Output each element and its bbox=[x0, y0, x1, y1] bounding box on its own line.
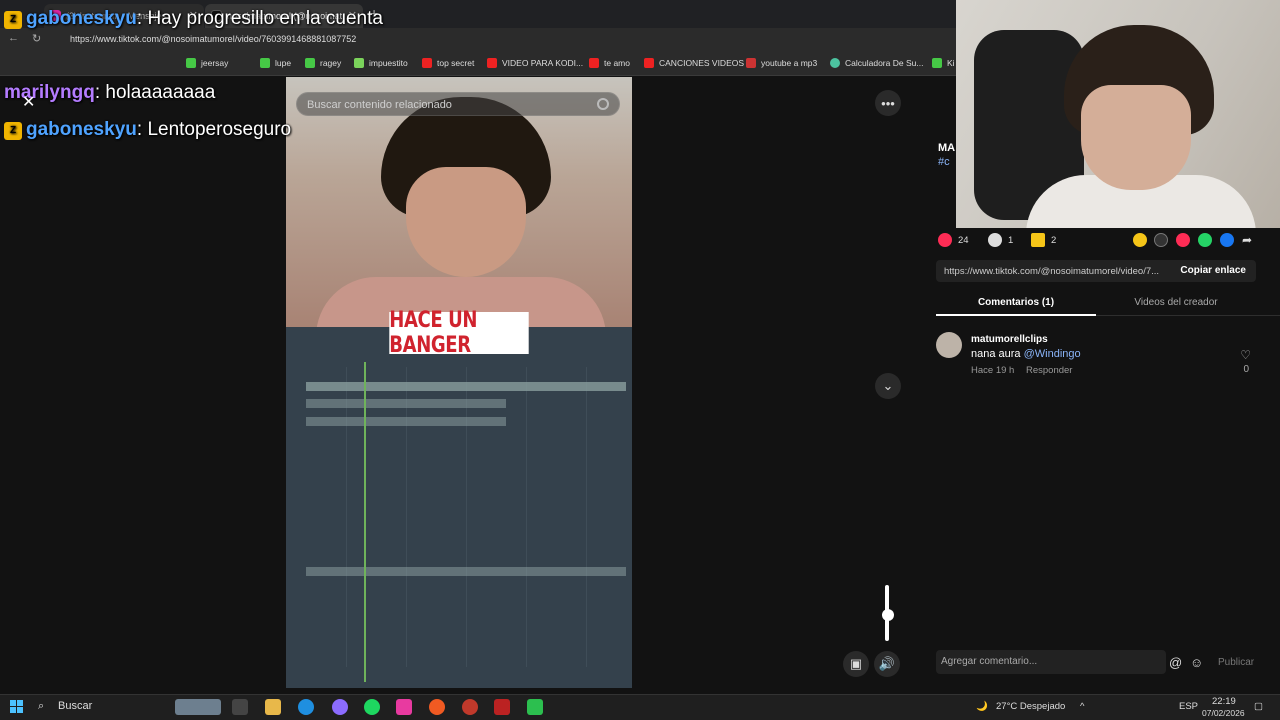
comment-tabs: Comentarios (1) Videos del creador bbox=[936, 292, 1280, 316]
like-button[interactable]: 24 bbox=[938, 233, 969, 247]
notification-icon[interactable]: ▢ bbox=[1254, 701, 1263, 712]
youtube-icon bbox=[422, 58, 432, 68]
weather-icon[interactable]: 🌙 bbox=[976, 701, 988, 712]
chat-message: Zgaboneskyu: Hay progresillo en la cuent… bbox=[4, 8, 383, 30]
embed-icon[interactable] bbox=[1154, 233, 1168, 247]
bookmark-item[interactable]: top secret bbox=[422, 58, 474, 68]
bookmark-item[interactable]: te amo bbox=[589, 58, 630, 68]
publish-button[interactable]: Publicar bbox=[1218, 657, 1254, 668]
reply-button[interactable]: Responder bbox=[1026, 365, 1072, 376]
bookmark-item[interactable]: youtube a mp3 bbox=[746, 58, 817, 68]
chat-message: marilyngq: holaaaaaaaa bbox=[4, 82, 216, 103]
app-icon[interactable] bbox=[494, 699, 510, 715]
avatar[interactable] bbox=[936, 332, 962, 358]
clock-time[interactable]: 22:19 bbox=[1212, 696, 1236, 707]
video-player[interactable]: HACE UN BANGER bbox=[286, 77, 632, 688]
windows-start-icon[interactable] bbox=[10, 700, 23, 713]
comment-button[interactable]: 1 bbox=[988, 233, 1013, 247]
chevron-down-icon[interactable]: ⌄ bbox=[875, 373, 901, 399]
edge-icon[interactable] bbox=[298, 699, 314, 715]
mention-link[interactable]: @Windingo bbox=[1024, 348, 1081, 360]
bookmark-item[interactable]: Ki bbox=[932, 58, 955, 68]
save-button[interactable]: 2 bbox=[1031, 233, 1056, 247]
send-icon[interactable] bbox=[1176, 233, 1190, 247]
comment-username[interactable]: matumorellclips bbox=[971, 334, 1048, 345]
comment-item: matumorellclips nana aura @Windingo Hace… bbox=[936, 330, 1256, 380]
webcam-overlay bbox=[956, 0, 1280, 228]
facebook-icon[interactable] bbox=[1220, 233, 1234, 247]
bookmark-item[interactable]: CANCIONES VIDEOS bbox=[644, 58, 744, 68]
close-icon[interactable]: ✕ bbox=[22, 92, 35, 112]
task-view-icon[interactable] bbox=[232, 699, 248, 715]
comment-like-count: 0 bbox=[1243, 364, 1249, 375]
bookmark-icon bbox=[305, 58, 315, 68]
taskbar-search[interactable]: Buscar bbox=[58, 700, 92, 712]
post-stats: 24 1 2 ➦ bbox=[936, 230, 1266, 248]
comment-input[interactable]: Agregar comentario... bbox=[936, 650, 1166, 674]
post-link[interactable]: https://www.tiktok.com/@nosoimatumorel/v… bbox=[944, 266, 1172, 277]
clock-date[interactable]: 07/02/2026 bbox=[1202, 708, 1245, 718]
volume-slider-knob[interactable] bbox=[882, 609, 894, 621]
video-frame-daw bbox=[286, 327, 632, 688]
bookmark-item[interactable]: jeersay bbox=[186, 58, 228, 68]
bookmark-item[interactable]: lupe bbox=[260, 58, 291, 68]
search-icon[interactable] bbox=[597, 98, 609, 110]
related-search-input[interactable]: Buscar contenido relacionado bbox=[296, 92, 620, 116]
tray-chevron-icon[interactable]: ^ bbox=[1080, 701, 1084, 712]
speaker-icon[interactable]: 🔊 bbox=[874, 651, 900, 677]
heart-icon[interactable]: ♡ bbox=[1240, 348, 1251, 362]
app-icon[interactable] bbox=[527, 699, 543, 715]
bookmark-item[interactable]: VIDEO PARA KODI... bbox=[487, 58, 583, 68]
whatsapp-icon[interactable] bbox=[1198, 233, 1212, 247]
emote-icon: Z bbox=[4, 122, 22, 140]
bookmark-icon bbox=[1031, 233, 1045, 247]
obs-icon[interactable] bbox=[462, 699, 478, 715]
youtube-icon bbox=[487, 58, 497, 68]
comment-time: Hace 19 h bbox=[971, 365, 1015, 376]
copy-link-button[interactable]: Copiar enlace bbox=[1180, 265, 1246, 276]
language-indicator[interactable]: ESP bbox=[1179, 701, 1198, 712]
chat-message: Zgaboneskyu: Lentoperoseguro bbox=[4, 119, 291, 141]
url-field[interactable]: https://www.tiktok.com/@nosoimatumorel/v… bbox=[70, 34, 356, 44]
emoji-icon[interactable]: ☺ bbox=[1190, 655, 1203, 670]
comment-text: nana aura @Windingo bbox=[971, 348, 1081, 360]
bookmark-icon bbox=[260, 58, 270, 68]
bookmark-item[interactable]: impuestito bbox=[354, 58, 408, 68]
search-icon[interactable]: ⌕ bbox=[38, 700, 44, 713]
youtube-icon bbox=[589, 58, 599, 68]
youtube-icon bbox=[644, 58, 654, 68]
search-highlight-image bbox=[175, 699, 221, 715]
bookmark-item[interactable]: Calculadora De Su... bbox=[830, 58, 923, 68]
emote-icon: Z bbox=[4, 11, 22, 29]
file-explorer-icon[interactable] bbox=[265, 699, 281, 715]
link-box: https://www.tiktok.com/@nosoimatumorel/v… bbox=[936, 260, 1256, 282]
messenger-icon[interactable] bbox=[332, 699, 348, 715]
bookmark-icon bbox=[830, 58, 840, 68]
spotify-icon[interactable] bbox=[364, 699, 380, 715]
reload-icon[interactable]: ↻ bbox=[32, 32, 41, 45]
mention-icon[interactable]: @ bbox=[1169, 655, 1182, 670]
hashtag[interactable]: #c bbox=[938, 156, 950, 168]
pip-icon[interactable]: ▣ bbox=[843, 651, 869, 677]
back-icon[interactable]: ← bbox=[8, 32, 19, 44]
weather-status[interactable]: 27°C Despejado bbox=[996, 701, 1065, 712]
forward-icon[interactable]: ➦ bbox=[1242, 233, 1252, 247]
app-icon[interactable] bbox=[396, 699, 412, 715]
bookmark-icon bbox=[746, 58, 756, 68]
bookmark-icon bbox=[186, 58, 196, 68]
comment-icon bbox=[988, 233, 1002, 247]
share-icon[interactable] bbox=[1133, 233, 1147, 247]
more-icon[interactable]: ••• bbox=[875, 90, 901, 116]
tab-comments[interactable]: Comentarios (1) bbox=[936, 292, 1096, 316]
heart-icon bbox=[938, 233, 952, 247]
author-name[interactable]: MA bbox=[938, 142, 955, 154]
bookmark-icon bbox=[354, 58, 364, 68]
bookmark-icon bbox=[932, 58, 942, 68]
app-icon[interactable] bbox=[429, 699, 445, 715]
tab-creator-videos[interactable]: Videos del creador bbox=[1116, 292, 1236, 316]
video-caption-banner: HACE UN BANGER bbox=[389, 308, 529, 358]
bookmark-item[interactable]: ragey bbox=[305, 58, 341, 68]
